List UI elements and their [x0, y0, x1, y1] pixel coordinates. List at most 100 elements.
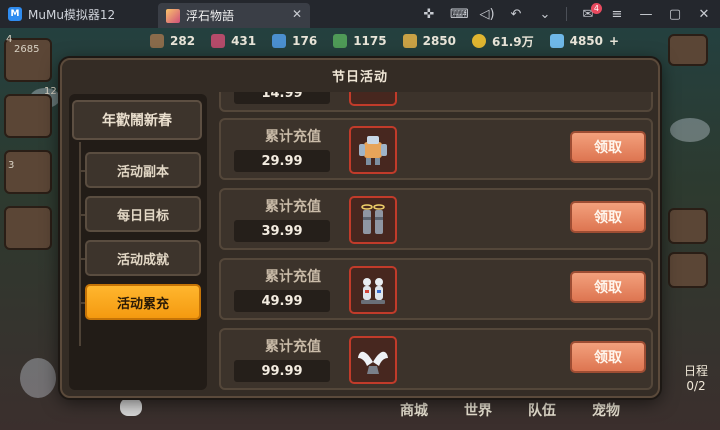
reward-list[interactable]: 14.99 累计充值 29.99 领取 累计充值 39.99 领取 累计充值 4…: [215, 92, 655, 392]
keyboard-icon[interactable]: ⌨: [450, 7, 469, 22]
back-icon[interactable]: ↶: [508, 7, 524, 22]
diamond-icon: [549, 34, 564, 48]
reward-row: 累计充值 49.99 领取: [219, 258, 653, 320]
dialog-title: 节日活动: [331, 69, 388, 85]
close-window-icon[interactable]: ✕: [696, 7, 712, 22]
category-sidebar: 年歡鬧新春 活动副本 每日目标 活动成就 活动累充: [69, 94, 207, 390]
resource-5: 2850: [402, 34, 456, 48]
category-main[interactable]: 年歡鬧新春: [72, 100, 202, 140]
window-controls: ✜ ⌨ ◁) ↶ ⌄ ✉ 4 ≡ — ▢ ✕: [421, 0, 712, 28]
reward-row: 累计充值 29.99 领取: [219, 118, 653, 180]
menu-icon[interactable]: ≡: [609, 7, 625, 22]
chat-icon[interactable]: [120, 398, 142, 416]
recharge-amount: 14.99: [234, 92, 330, 104]
hero-card[interactable]: [4, 150, 52, 194]
hero-card[interactable]: [4, 94, 52, 138]
resource-value: 2850: [422, 34, 456, 48]
build-hammer-button[interactable]: [4, 206, 52, 250]
mail-badge: 4: [590, 2, 602, 14]
resource-value: 431: [231, 34, 257, 48]
claim-button[interactable]: 领取: [570, 201, 646, 233]
resource-7: 4850 +: [549, 34, 619, 48]
game-tab[interactable]: 浮石物語 ✕: [158, 3, 310, 28]
mumu-logo-icon: M: [8, 7, 22, 21]
claim-button[interactable]: 领取: [570, 131, 646, 163]
gamepad-icon[interactable]: ✜: [421, 7, 437, 22]
nav-shop[interactable]: 商城: [400, 400, 428, 420]
reward-item[interactable]: [349, 92, 397, 106]
left-hud: 4 2685 12 3: [0, 28, 58, 430]
sidebar-item-cumulative-recharge[interactable]: 活动累充: [85, 284, 201, 320]
game-tab-label: 浮石物語: [186, 9, 235, 23]
recharge-amount: 99.99: [234, 360, 330, 382]
white-figures-icon: [361, 278, 385, 304]
game-viewport: 282 431 176 1175 2850 61.9万 4850 + 4 2685…: [0, 28, 720, 430]
row-label: 累计充值: [265, 199, 321, 215]
claim-button[interactable]: 领取: [570, 271, 646, 303]
hero-count: 12: [44, 86, 57, 97]
emulator-home-tab[interactable]: M MuMu模拟器12: [0, 0, 123, 28]
resource-3: 176: [272, 34, 317, 48]
reward-item[interactable]: [349, 126, 397, 174]
festival-dialog: 节日活动 年歡鬧新春 活动副本 每日目标 活动成就 活动累充 14.99 累计充…: [60, 58, 660, 398]
resource-6: 61.9万: [472, 33, 534, 50]
emulator-app-name: MuMu模拟器12: [28, 7, 116, 22]
bottom-nav: 商城 世界 队伍 宠物: [400, 400, 620, 420]
wood-icon: [333, 34, 348, 48]
sidebar-item-event-achievements[interactable]: 活动成就: [85, 240, 201, 276]
divider: [566, 7, 567, 21]
mech-robot-icon: [359, 136, 387, 165]
reward-row: 累计充值 39.99 领取: [219, 188, 653, 250]
row-label: 累计充值: [265, 129, 321, 145]
row-label: 累计充值: [265, 339, 321, 355]
quest-button[interactable]: [668, 252, 708, 288]
game-app-icon: [166, 8, 180, 23]
angel-wings-icon: [358, 351, 388, 374]
resource-value: 61.9万: [492, 34, 534, 49]
reward-row-partial: 14.99: [219, 92, 653, 112]
wheat-icon: [402, 34, 417, 48]
twin-pillars-icon: [361, 204, 385, 234]
hero-power: 2685: [14, 44, 40, 55]
resource-4: 1175: [333, 34, 387, 48]
nav-world[interactable]: 世界: [464, 400, 492, 420]
settings-button[interactable]: [668, 34, 708, 66]
crystal-icon: [272, 34, 287, 48]
close-tab-icon[interactable]: ✕: [292, 7, 302, 21]
schedule-button[interactable]: 日程 0/2: [684, 364, 708, 394]
gold-coin-icon: [472, 34, 486, 48]
volume-icon[interactable]: ◁): [479, 7, 495, 22]
sidebar-item-daily-goals[interactable]: 每日目标: [85, 196, 201, 232]
row-label: 累计充值: [265, 269, 321, 285]
emulator-titlebar: M MuMu模拟器12 浮石物語 ✕ ✜ ⌨ ◁) ↶ ⌄ ✉ 4 ≡ — ▢ ✕: [0, 0, 720, 28]
hero-level: 4: [6, 34, 13, 45]
schedule-label: 日程: [683, 364, 708, 378]
nav-team[interactable]: 队伍: [528, 400, 556, 420]
resource-icon: [150, 34, 164, 48]
reward-item[interactable]: [349, 336, 397, 384]
add-currency-icon[interactable]: +: [609, 34, 619, 48]
claim-button[interactable]: 领取: [570, 341, 646, 373]
reward-item[interactable]: [349, 266, 397, 314]
gem-icon: [211, 34, 226, 48]
resource-bar: 282 431 176 1175 2850 61.9万 4850 +: [150, 30, 619, 52]
quest-button[interactable]: [668, 208, 708, 244]
minimize-icon[interactable]: —: [638, 7, 654, 22]
reward-item[interactable]: [349, 196, 397, 244]
nav-pets[interactable]: 宠物: [592, 400, 620, 420]
hero-slot-number: 3: [8, 160, 15, 171]
resource-value: 1175: [353, 34, 387, 48]
resource-2: 431: [211, 34, 256, 48]
mail-icon[interactable]: ✉ 4: [580, 2, 602, 22]
chevron-down-icon[interactable]: ⌄: [537, 7, 553, 22]
dialog-header: 节日活动: [62, 60, 658, 90]
recharge-amount: 29.99: [234, 150, 330, 172]
resource-value: 4850: [569, 34, 604, 48]
maximize-icon[interactable]: ▢: [667, 7, 683, 22]
schedule-count: 0/2: [686, 379, 706, 393]
reward-row: 累计充值 99.99 领取: [219, 328, 653, 390]
sidebar-item-event-dungeon[interactable]: 活动副本: [85, 152, 201, 188]
tree-line: [79, 142, 81, 346]
recharge-amount: 49.99: [234, 290, 330, 312]
recharge-amount: 39.99: [234, 220, 330, 242]
